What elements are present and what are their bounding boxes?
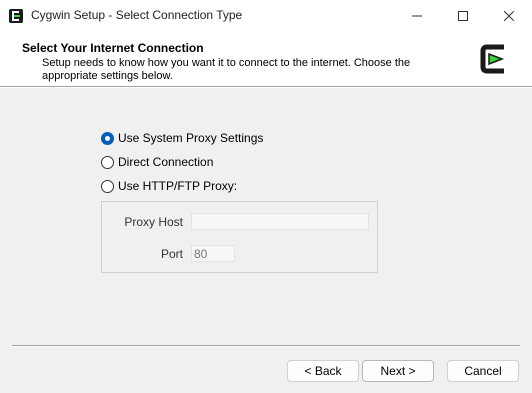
radio-label: Direct Connection — [118, 155, 214, 169]
maximize-icon — [458, 10, 468, 21]
cygwin-logo-icon — [478, 42, 512, 76]
window-title: Cygwin Setup - Select Connection Type — [31, 8, 243, 22]
page-title: Select Your Internet Connection — [22, 41, 204, 55]
minimize-button[interactable] — [394, 0, 440, 31]
page-description: Setup needs to know how you want it to c… — [42, 57, 411, 82]
radio-http-ftp-proxy[interactable]: Use HTTP/FTP Proxy: — [101, 178, 237, 194]
port-label: Port — [160, 247, 183, 261]
radio-label: Use System Proxy Settings — [118, 131, 264, 145]
radio-label: Use HTTP/FTP Proxy: — [118, 179, 238, 193]
radio-button[interactable] — [101, 179, 114, 193]
radio-button-checked[interactable] — [101, 131, 114, 145]
minimize-icon — [412, 15, 422, 16]
setup-window: Cygwin Setup - Select Connection Type Se… — [0, 0, 532, 393]
footer-divider — [12, 345, 520, 347]
title-bar[interactable]: Cygwin Setup - Select Connection Type — [0, 0, 532, 31]
proxy-host-input[interactable] — [191, 213, 369, 230]
port-input[interactable] — [191, 245, 235, 262]
proxy-host-label: Proxy Host — [124, 215, 183, 229]
cancel-button[interactable]: Cancel — [447, 360, 519, 382]
maximize-button[interactable] — [440, 0, 486, 31]
close-button[interactable] — [486, 0, 532, 31]
close-icon — [504, 10, 514, 21]
radio-direct-connection[interactable]: Direct Connection — [101, 154, 213, 170]
back-button[interactable]: < Back — [287, 360, 359, 382]
proxy-settings-group — [101, 201, 378, 273]
wizard-header: Select Your Internet Connection Setup ne… — [0, 31, 532, 86]
header-divider — [0, 86, 532, 88]
radio-button[interactable] — [101, 155, 114, 169]
cygwin-logo-icon — [8, 8, 24, 24]
radio-system-proxy[interactable]: Use System Proxy Settings — [101, 130, 263, 146]
next-button[interactable]: Next > — [362, 360, 434, 382]
